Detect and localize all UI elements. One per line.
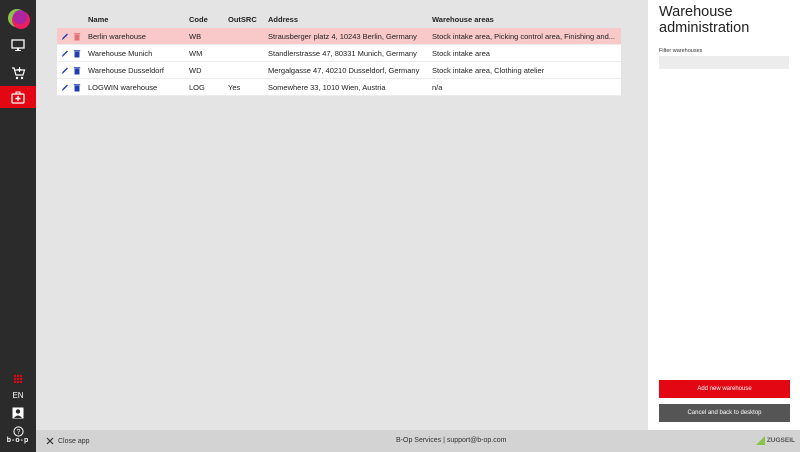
app-logo-icon [8,9,30,29]
column-header-name[interactable]: Name [88,15,189,24]
cart-icon [11,67,25,80]
cancel-button[interactable]: Cancel and back to desktop [659,404,790,422]
page-title: Warehouse administration [659,4,750,36]
close-app-label: Close app [58,437,90,445]
warehouse-nav-button[interactable] [0,86,36,108]
column-header-areas[interactable]: Warehouse areas [432,15,621,24]
footer-bar: Close app B-Op Services | support@b-op.c… [36,430,800,452]
edit-icon[interactable] [61,49,69,58]
cell-name: LOGWIN warehouse [88,82,158,92]
help-icon: ? [12,425,24,437]
medkit-icon [11,91,25,104]
language-switch[interactable]: EN [0,391,36,400]
cell-code: LOG [189,82,205,92]
cell-name: Warehouse Dusseldorf [88,65,165,75]
table-row[interactable]: LOGWIN warehouse LOG Yes Somewhere 33, 1… [57,79,621,96]
delete-icon[interactable] [73,83,81,92]
delete-icon[interactable] [73,49,81,58]
close-app-button[interactable]: Close app [46,437,90,445]
column-header-address[interactable]: Address [268,15,432,24]
dots-grid-icon [13,374,23,384]
cell-areas: Stock intake area, Clothing atelier [432,65,545,75]
cell-areas: n/a [432,82,443,92]
svg-text:?: ? [16,429,20,436]
table-row[interactable]: Berlin warehouse WB Strausberger platz 4… [57,28,621,45]
cell-address: Strausberger platz 4, 10243 Berlin, Germ… [268,31,417,41]
dots-menu-button[interactable] [0,368,36,390]
column-header-outsrc[interactable]: OutSRC [228,15,268,24]
cell-areas: Stock intake area, Picking control area,… [432,31,616,41]
cart-nav-button[interactable] [0,62,36,84]
edit-icon[interactable] [61,32,69,41]
cell-address: Somewhere 33, 1010 Wien, Austria [268,82,386,92]
cell-name: Warehouse Munich [88,48,153,58]
zugseil-logo: ZUGSEIL [755,436,795,445]
cell-name: Berlin warehouse [88,31,146,41]
main-content: Name Code OutSRC Address Warehouse areas… [36,0,648,430]
cell-code: WB [189,31,202,41]
add-warehouse-button[interactable]: Add new warehouse [659,380,790,398]
bop-logo: b-o-p [6,437,30,444]
cell-areas: Stock intake area [432,48,490,58]
side-panel: Warehouse administration Filter warehous… [648,0,800,430]
side-rail: EN ? b-o-p [0,0,36,452]
zugseil-logo-icon [755,436,765,445]
close-icon [46,437,54,445]
cell-address: Mergalgasse 47, 40210 Dusseldorf, German… [268,65,420,75]
filter-input[interactable] [659,56,789,69]
warehouse-table: Name Code OutSRC Address Warehouse areas… [57,11,621,96]
cell-outsrc: Yes [228,82,241,92]
column-header-code[interactable]: Code [189,15,228,24]
edit-icon[interactable] [61,83,69,92]
zugseil-logo-text: ZUGSEIL [766,437,795,444]
support-info: B-Op Services | support@b-op.com [396,437,507,444]
cell-address: Standlerstrasse 47, 80331 Munich, German… [268,48,417,58]
table-row[interactable]: Warehouse Dusseldorf WD Mergalgasse 47, … [57,62,621,79]
cell-code: WD [189,65,202,75]
cell-code: WM [189,48,203,58]
desktop-nav-button[interactable] [0,34,36,56]
monitor-icon [11,39,25,51]
edit-icon[interactable] [61,66,69,75]
delete-icon[interactable] [73,66,81,75]
filter-label: Filter warehouses [659,48,703,54]
user-icon [12,407,24,419]
delete-icon[interactable] [73,32,81,41]
table-header: Name Code OutSRC Address Warehouse areas [57,11,621,28]
table-row[interactable]: Warehouse Munich WM Standlerstrasse 47, … [57,45,621,62]
